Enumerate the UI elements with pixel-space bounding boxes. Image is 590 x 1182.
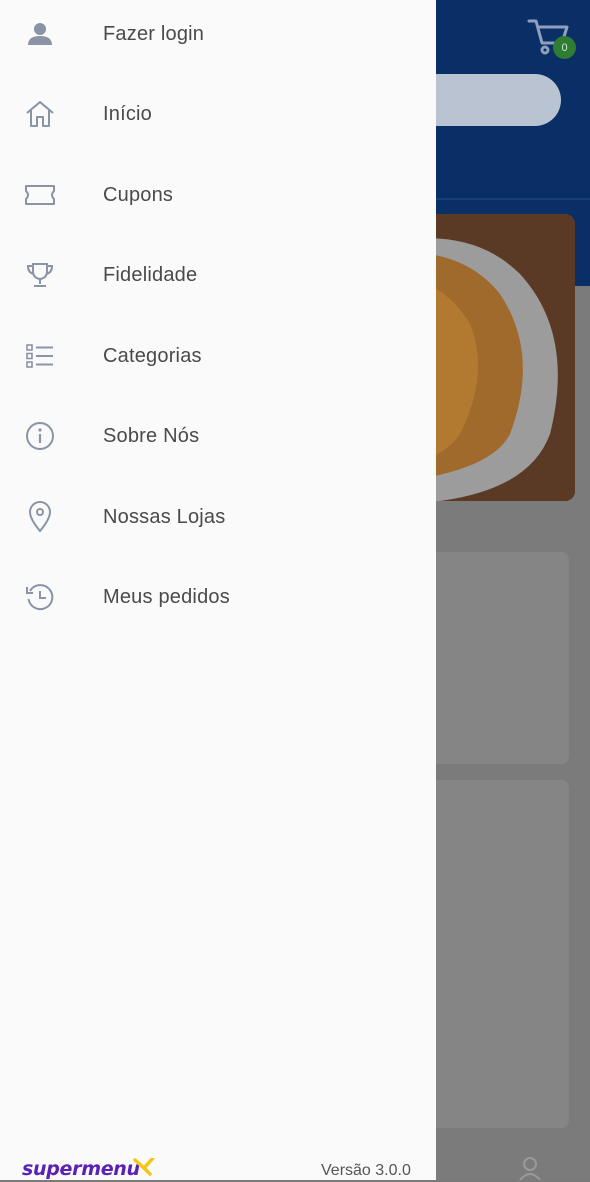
brand-logo: supermenu	[22, 1158, 140, 1180]
menu-item-home[interactable]: Início	[0, 74, 436, 154]
menu-item-label: Cupons	[103, 183, 174, 206]
history-icon	[22, 579, 58, 615]
user-icon[interactable]	[518, 1156, 542, 1180]
trophy-icon	[22, 257, 58, 293]
app-version: Versão 3.0.0	[321, 1162, 411, 1179]
ticket-icon	[22, 177, 58, 213]
menu-item-label: Início	[103, 102, 153, 125]
menu-item-categories[interactable]: Categorias	[0, 316, 436, 396]
menu-item-label: Fazer login	[103, 22, 205, 45]
menu-item-label: Meus pedidos	[103, 585, 230, 608]
home-icon	[22, 96, 58, 132]
cart-count-badge: 0	[553, 36, 576, 59]
location-pin-icon	[22, 499, 58, 535]
menu-item-login[interactable]: Fazer login	[0, 0, 436, 74]
info-icon	[22, 418, 58, 454]
menu-item-orders[interactable]: Meus pedidos	[0, 557, 436, 637]
brand-logo-mark-icon	[133, 1158, 155, 1176]
menu-item-label: Categorias	[103, 344, 202, 367]
navigation-drawer: Fazer login Início Cupons Fidelidade Cat…	[0, 0, 436, 1180]
menu-item-label: Sobre Nós	[103, 424, 200, 447]
menu-item-label: Nossas Lojas	[103, 505, 226, 528]
menu-item-label: Fidelidade	[103, 263, 198, 286]
list-icon	[22, 338, 58, 374]
menu-item-about[interactable]: Sobre Nós	[0, 396, 436, 476]
menu-item-stores[interactable]: Nossas Lojas	[0, 477, 436, 557]
user-icon	[22, 16, 58, 52]
menu-item-coupons[interactable]: Cupons	[0, 155, 436, 235]
menu-item-loyalty[interactable]: Fidelidade	[0, 235, 436, 315]
